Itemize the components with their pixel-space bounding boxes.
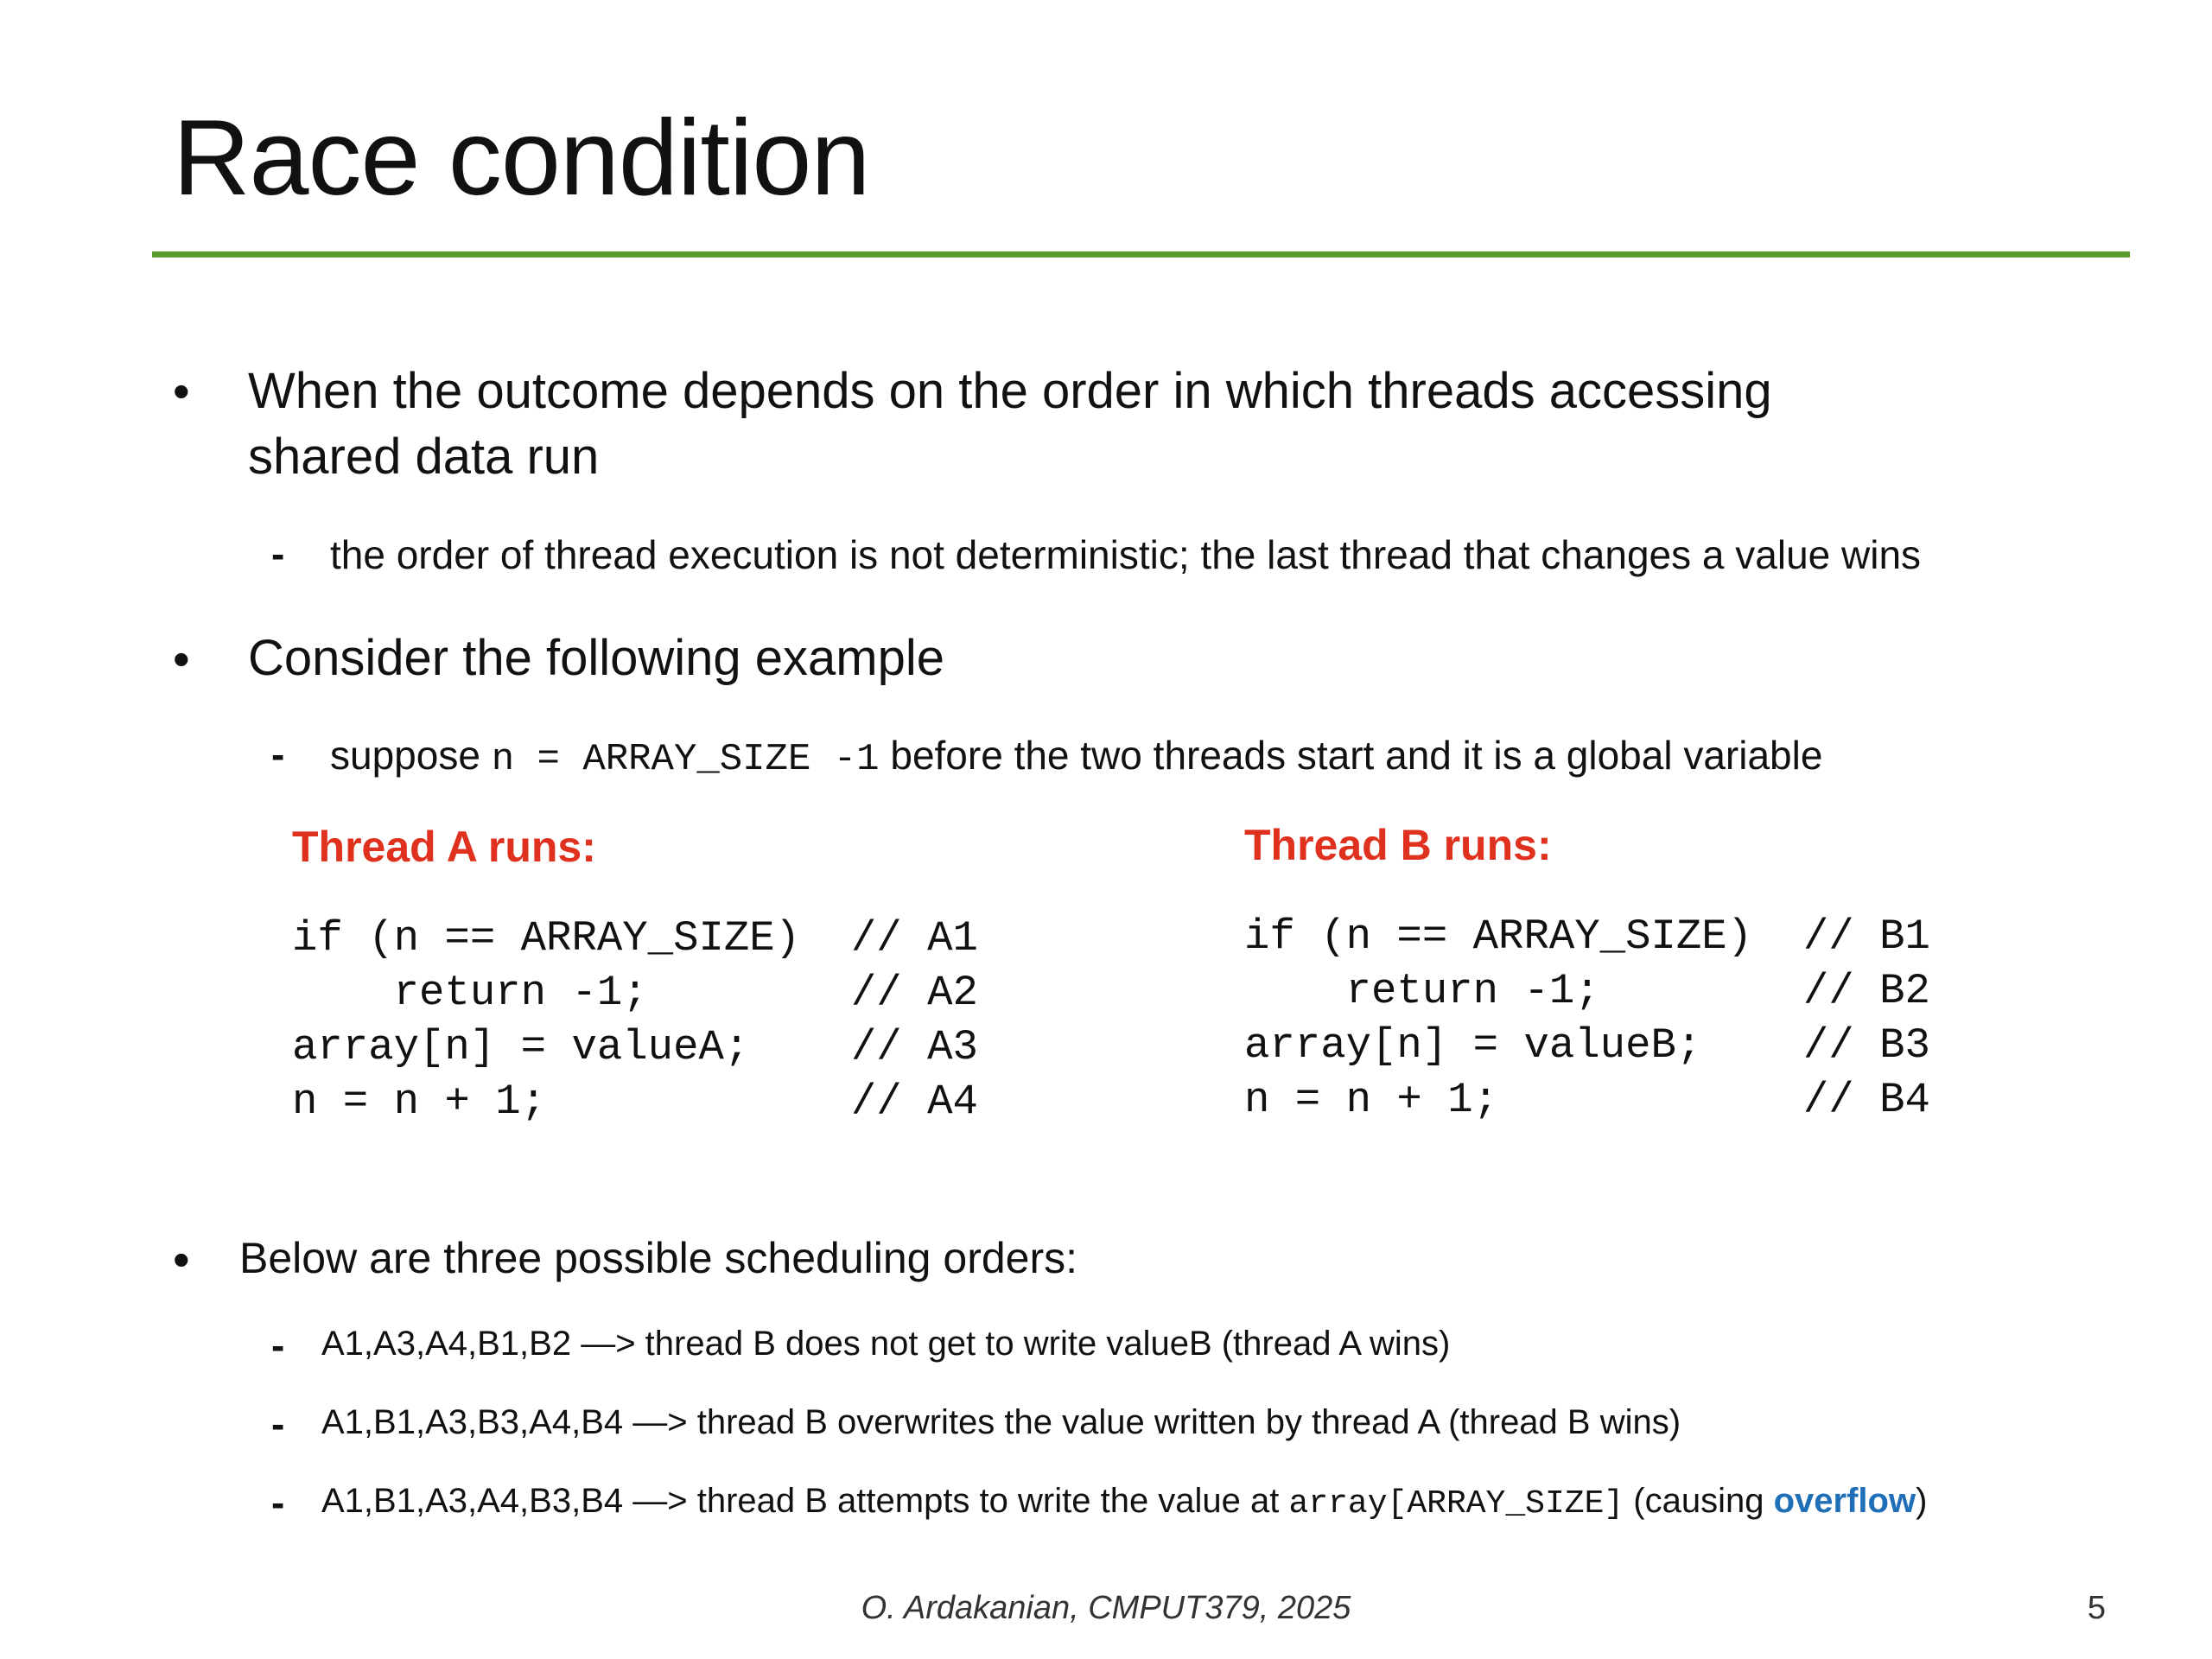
- overflow-highlight: overflow: [1773, 1482, 1916, 1520]
- thread-a-code: if (n == ARRAY_SIZE) // A1 return -1; //…: [292, 914, 978, 1126]
- title-divider: [152, 251, 2130, 257]
- bullet-1-subpoint: the order of thread execution is not det…: [330, 532, 1922, 577]
- inline-code: array[ARRAY_SIZE]: [1288, 1485, 1624, 1522]
- dash-icon: -: [271, 1480, 285, 1525]
- scheduling-order-2: A1,B1,A3,B3,A4,B4 —> thread B overwrites…: [321, 1403, 1681, 1441]
- dash-icon: -: [271, 1402, 285, 1446]
- thread-b-code: if (n == ARRAY_SIZE) // B1 return -1; //…: [1244, 912, 1930, 1124]
- scheduling-order-1: A1,A3,A4,B1,B2 —> thread B does not get …: [321, 1325, 1451, 1363]
- scheduling-intro: Below are three possible scheduling orde…: [239, 1234, 1077, 1282]
- inline-code: n = ARRAY_SIZE -1: [491, 738, 880, 781]
- scheduling-order-3: A1,B1,A3,A4,B3,B4 —> thread B attempts t…: [321, 1482, 1928, 1522]
- bullet-1-text: When the outcome depends on the order in…: [248, 363, 1772, 485]
- thread-b-heading: Thread B runs:: [1244, 821, 1552, 869]
- bullet-2-subpoint: suppose n = ARRAY_SIZE -1 before the two…: [330, 733, 1823, 781]
- dash-icon: -: [271, 732, 285, 777]
- slide-title: Race condition: [173, 99, 870, 218]
- bullet-2-text: Consider the following example: [248, 630, 944, 686]
- dash-icon: -: [271, 531, 285, 576]
- page-number: 5: [2087, 1590, 2106, 1626]
- thread-a-heading: Thread A runs:: [292, 823, 596, 871]
- bullet-icon: •: [173, 1232, 190, 1287]
- dash-icon: -: [271, 1323, 285, 1368]
- footer-credit: O. Ardakanian, CMPUT379, 2025: [861, 1590, 1351, 1626]
- bullet-icon: •: [173, 632, 190, 686]
- bullet-icon: •: [173, 364, 190, 418]
